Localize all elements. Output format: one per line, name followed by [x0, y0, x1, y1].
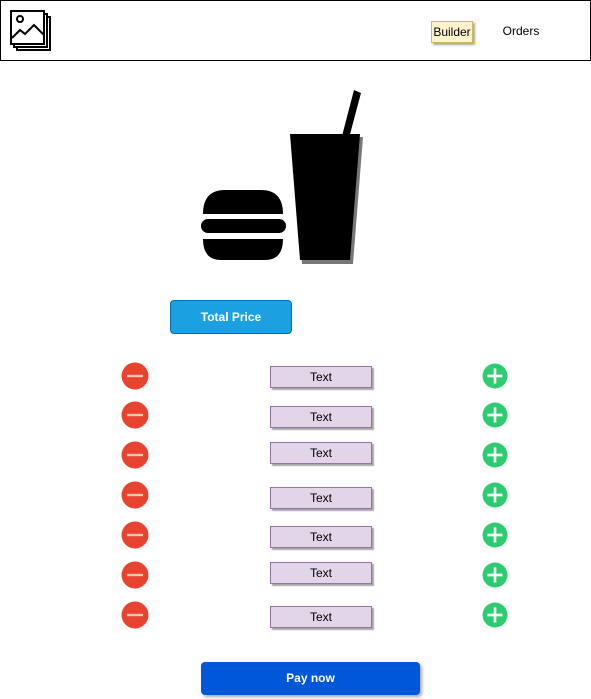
minus-icon[interactable]: [121, 521, 149, 549]
minus-icon[interactable]: [121, 481, 149, 509]
minus-icon[interactable]: [121, 441, 149, 469]
ingredient-label: Text: [270, 562, 372, 584]
image-gallery-icon[interactable]: [10, 10, 52, 52]
minus-icon[interactable]: [121, 561, 149, 589]
ingredient-label: Text: [270, 487, 372, 509]
page: Builder Orders Total Price Text Text Text T…: [0, 0, 591, 699]
nav-builder-tab[interactable]: Builder: [431, 21, 473, 43]
ingredient-label: Text: [270, 442, 372, 464]
plus-icon[interactable]: [482, 562, 508, 588]
ingredient-label: Text: [270, 406, 372, 428]
ingredient-label: Text: [270, 526, 372, 548]
navbar: Builder Orders: [0, 0, 591, 61]
ingredient-label: Text: [270, 606, 372, 628]
burger-and-drink-icon: [201, 90, 363, 264]
total-price-button[interactable]: Total Price: [170, 300, 292, 334]
minus-icon[interactable]: [121, 601, 149, 629]
plus-icon[interactable]: [482, 442, 508, 468]
plus-icon[interactable]: [482, 602, 508, 628]
pay-now-button[interactable]: Pay now: [201, 662, 420, 695]
minus-icon[interactable]: [121, 362, 149, 390]
plus-icon[interactable]: [482, 363, 508, 389]
plus-icon[interactable]: [482, 482, 508, 508]
minus-icon[interactable]: [121, 401, 149, 429]
plus-icon[interactable]: [482, 522, 508, 548]
plus-icon[interactable]: [482, 402, 508, 428]
ingredient-label: Text: [270, 366, 372, 388]
nav-orders-link[interactable]: Orders: [501, 21, 541, 41]
